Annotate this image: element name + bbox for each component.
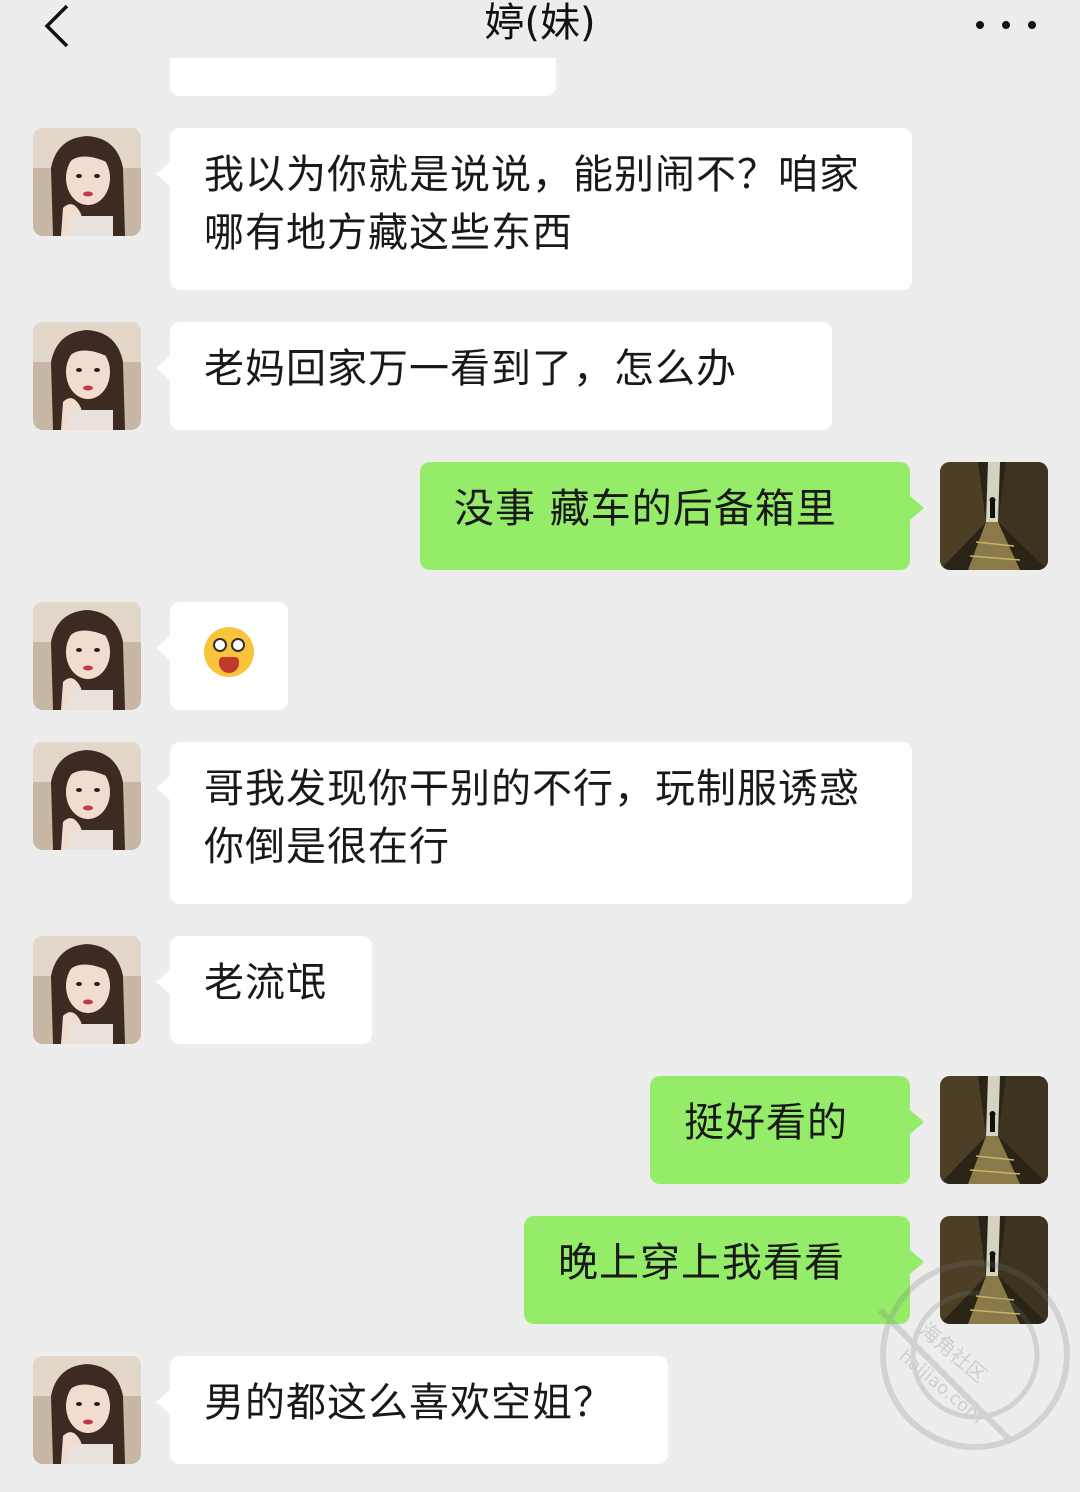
avatar-contact[interactable] xyxy=(33,1356,141,1464)
self-avatar-image xyxy=(940,462,1048,570)
contact-avatar-image xyxy=(33,936,141,1044)
message-bubble[interactable]: 没事 藏车的后备箱里 xyxy=(420,462,924,570)
message-bubble-partial xyxy=(170,58,556,96)
starry-eyed-tongue-emoji-icon xyxy=(204,627,254,677)
message-text: 挺好看的 xyxy=(684,1100,848,1146)
message-text: 晚上穿上我看看 xyxy=(558,1240,845,1286)
message-bubble[interactable]: 哥我发现你干别的不行，玩制服诱惑你倒是很在行 xyxy=(156,742,912,904)
more-options-button[interactable] xyxy=(976,10,1036,40)
message-bubble[interactable]: 老流氓 xyxy=(156,936,372,1044)
message-text: 男的都这么喜欢空姐？ xyxy=(204,1380,614,1426)
self-avatar-image xyxy=(940,1076,1048,1184)
chat-title: 婷(妹) xyxy=(484,0,596,46)
contact-avatar-image xyxy=(33,1356,141,1464)
contact-avatar-image xyxy=(33,742,141,850)
watermark-logo: 海角社区 haijiao.com xyxy=(860,1240,1070,1450)
chat-header: 婷(妹) xyxy=(0,0,1080,58)
contact-avatar-image xyxy=(33,602,141,710)
contact-avatar-image xyxy=(33,322,141,430)
message-text: 我以为你就是说说，能别闹不？咱家哪有地方藏这些东西 xyxy=(204,152,860,256)
message-text: 没事 藏车的后备箱里 xyxy=(454,486,837,532)
avatar-contact[interactable] xyxy=(33,322,141,430)
message-text: 哥我发现你干别的不行，玩制服诱惑你倒是很在行 xyxy=(204,766,860,870)
message-bubble[interactable]: 老妈回家万一看到了，怎么办 xyxy=(156,322,832,430)
message-bubble[interactable]: 挺好看的 xyxy=(650,1076,924,1184)
message-text: 老妈回家万一看到了，怎么办 xyxy=(204,346,737,392)
avatar-contact[interactable] xyxy=(33,936,141,1044)
avatar-contact[interactable] xyxy=(34,58,142,86)
avatar-self[interactable] xyxy=(940,1076,1048,1184)
message-bubble[interactable]: 男的都这么喜欢空姐？ xyxy=(156,1356,668,1464)
more-dots-icon xyxy=(976,21,984,29)
avatar-contact[interactable] xyxy=(33,128,141,236)
message-bubble[interactable] xyxy=(156,602,288,710)
message-text: 老流氓 xyxy=(204,960,327,1006)
message-bubble[interactable]: 我以为你就是说说，能别闹不？咱家哪有地方藏这些东西 xyxy=(156,128,912,290)
avatar-self[interactable] xyxy=(940,462,1048,570)
avatar-contact[interactable] xyxy=(33,742,141,850)
avatar-contact[interactable] xyxy=(33,602,141,710)
contact-avatar-image xyxy=(33,128,141,236)
message-bubble[interactable]: 晚上穿上我看看 xyxy=(524,1216,924,1324)
